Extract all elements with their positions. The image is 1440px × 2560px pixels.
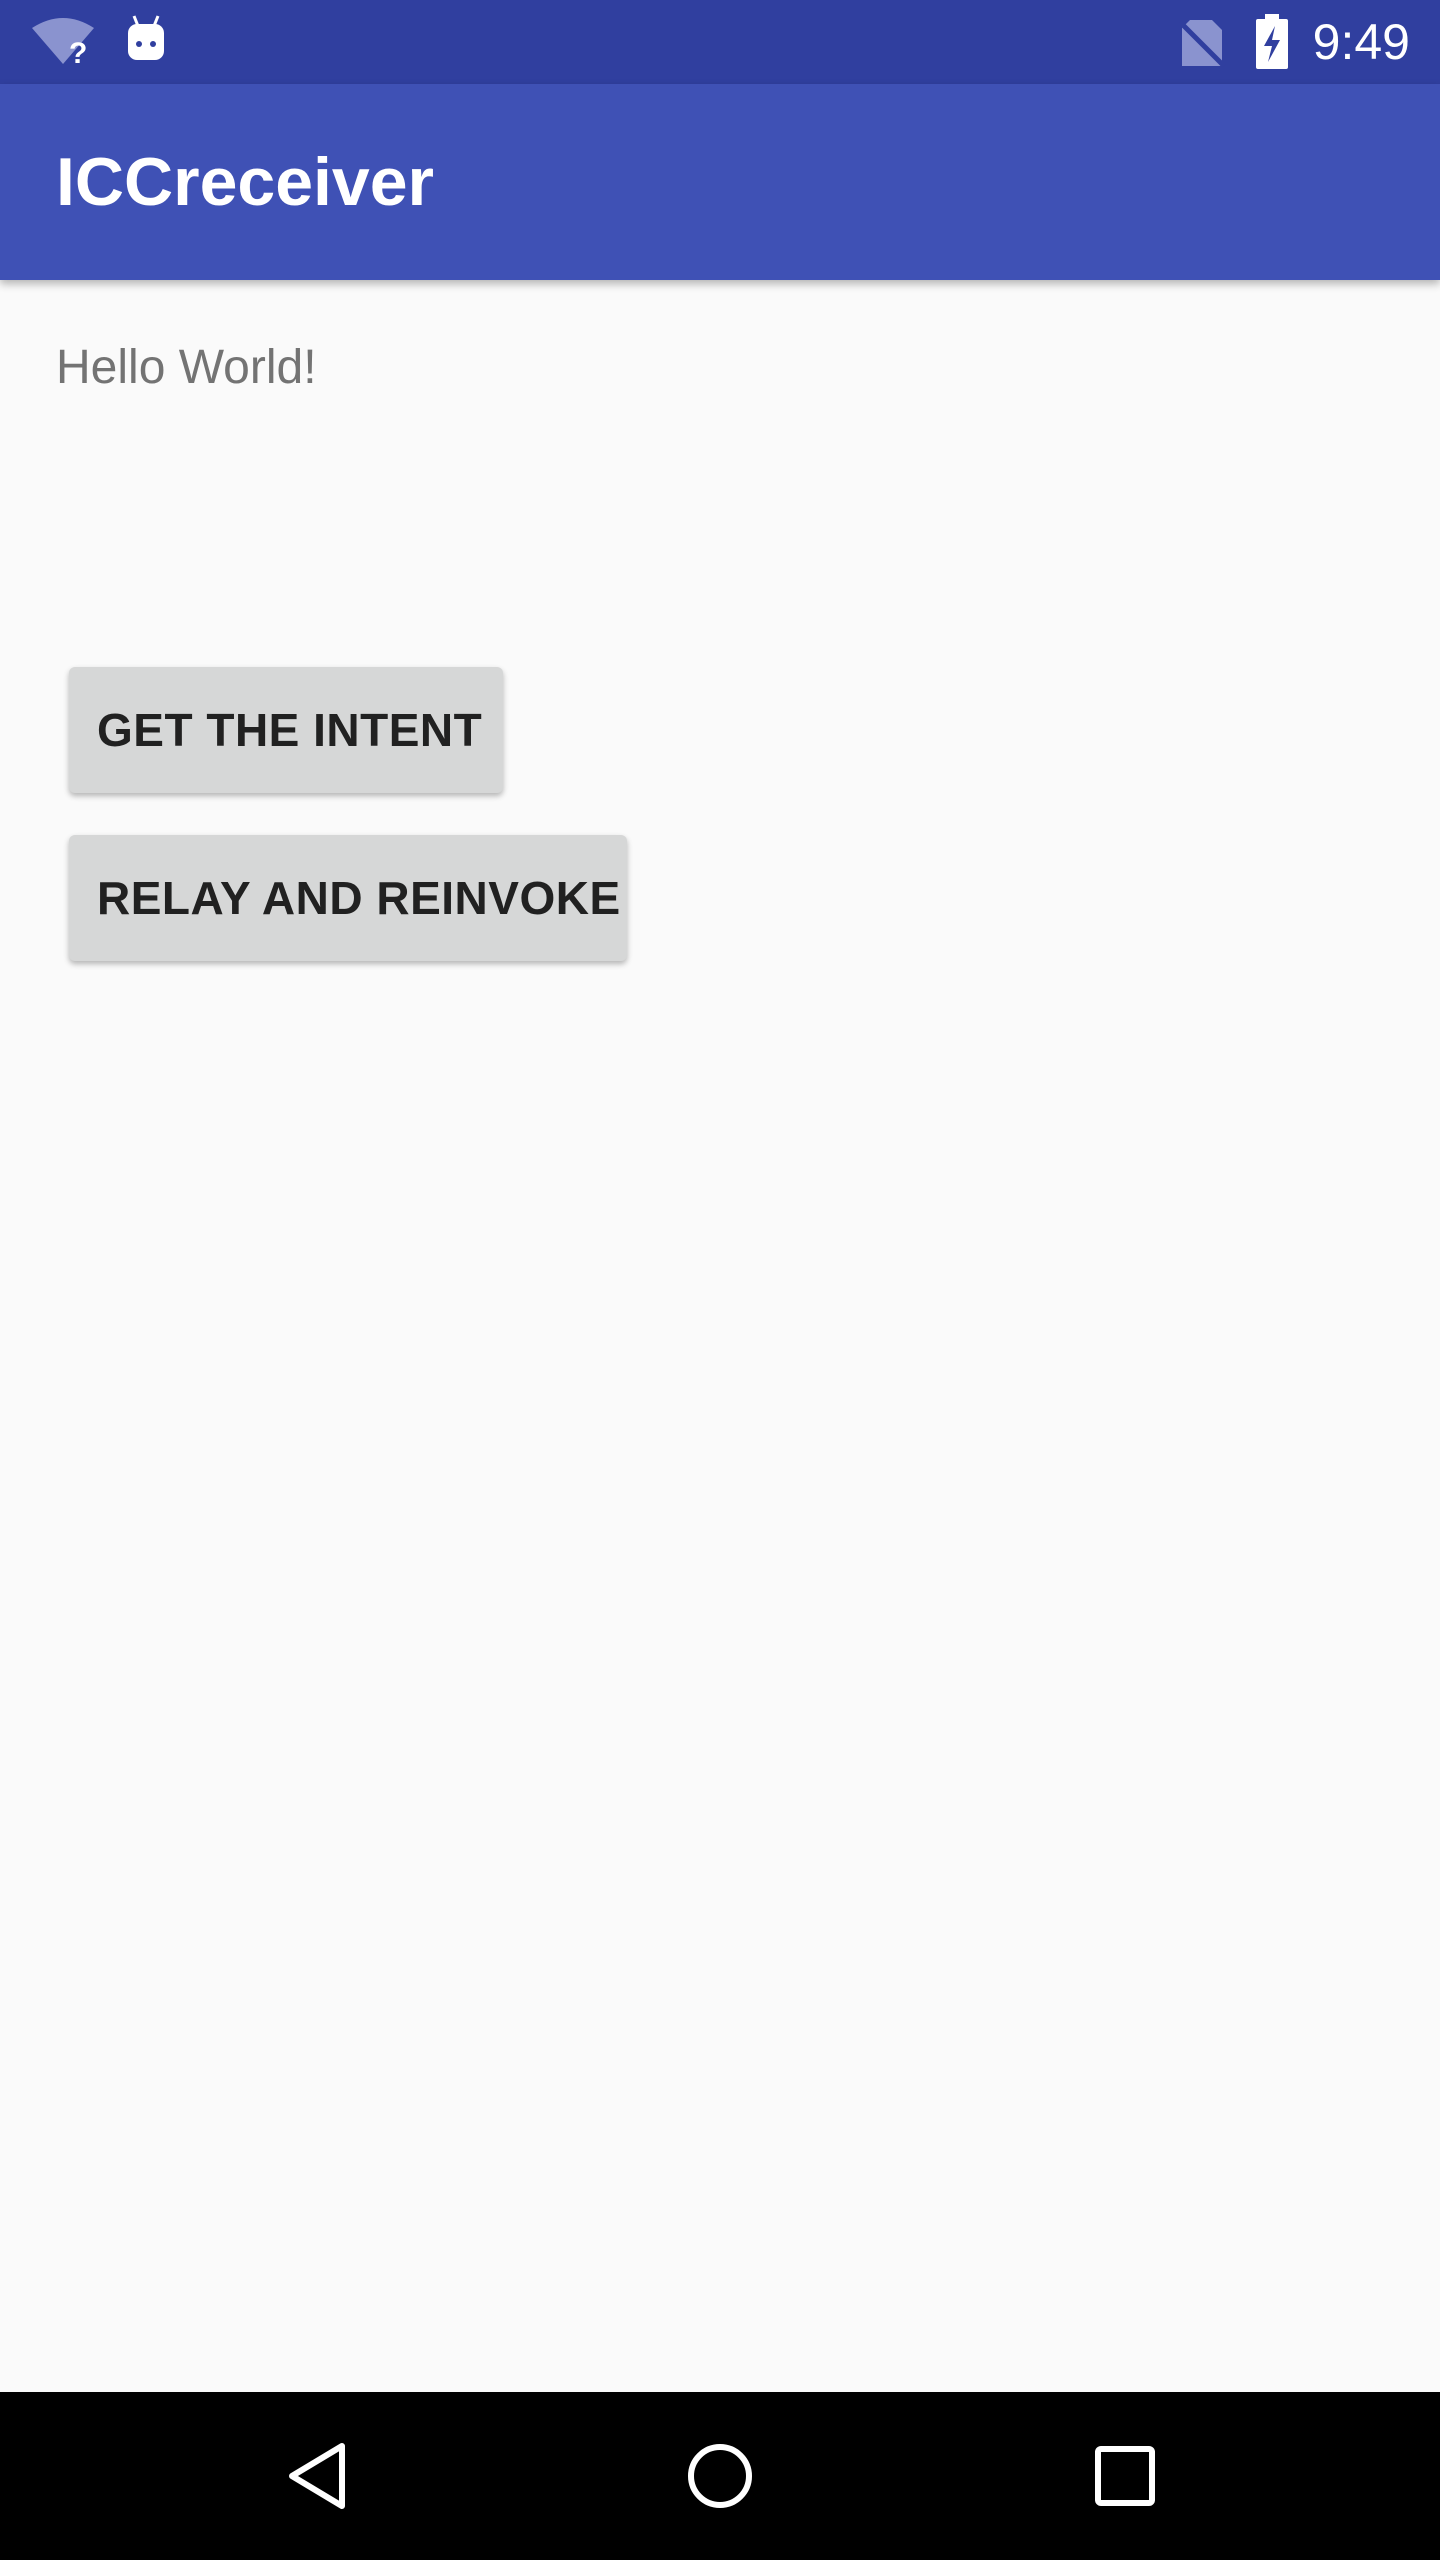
svg-text:?: ? bbox=[69, 37, 87, 66]
back-icon[interactable] bbox=[270, 2426, 370, 2526]
no-sim-icon bbox=[1178, 20, 1226, 68]
get-the-intent-button[interactable]: GET THE INTENT bbox=[69, 667, 503, 793]
wifi-unknown-icon: ? bbox=[32, 18, 94, 66]
app-bar: ICCreceiver bbox=[0, 84, 1440, 280]
navigation-bar bbox=[0, 2392, 1440, 2560]
hello-text: Hello World! bbox=[56, 341, 317, 394]
relay-and-reinvoke-button[interactable]: RELAY AND REINVOKE bbox=[69, 835, 627, 961]
app-title: ICCreceiver bbox=[56, 144, 435, 220]
android-notification-icon bbox=[128, 15, 164, 60]
home-icon[interactable] bbox=[670, 2426, 770, 2526]
main-content: Hello World! GET THE INTENT RELAY AND RE… bbox=[0, 280, 1440, 2392]
status-bar: ? 9:49 bbox=[0, 0, 1440, 84]
status-time: 9:49 bbox=[1312, 14, 1410, 70]
recents-icon[interactable] bbox=[1075, 2426, 1175, 2526]
battery-charging-icon bbox=[1256, 14, 1288, 69]
